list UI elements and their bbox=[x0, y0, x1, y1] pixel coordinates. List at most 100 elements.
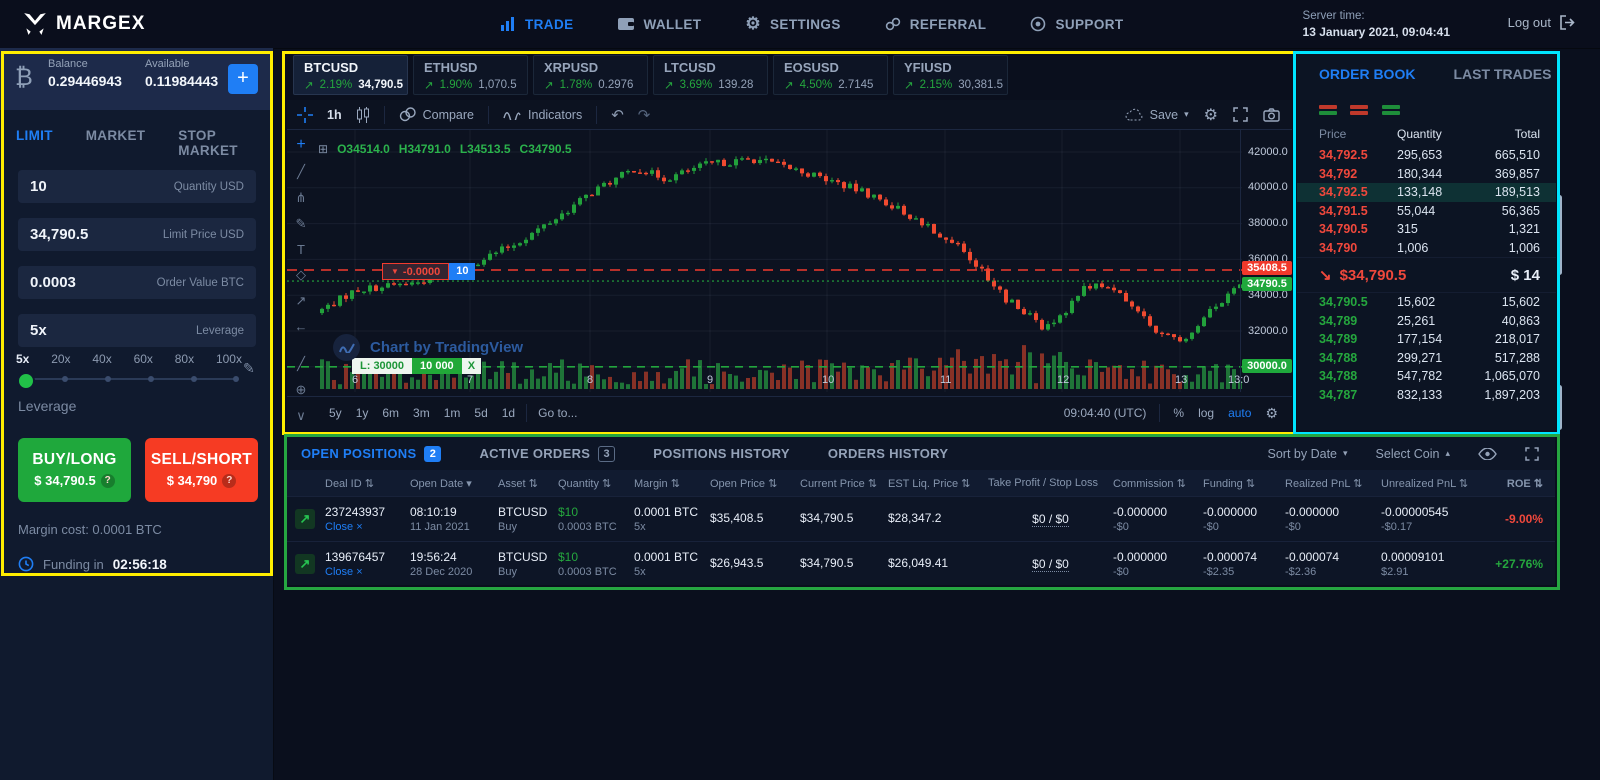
col-roe[interactable]: ROE ⇅ bbox=[1491, 477, 1547, 490]
close-position-button[interactable]: Close × bbox=[325, 521, 363, 533]
goto-button[interactable]: Go to... bbox=[538, 406, 577, 420]
ticker-xrpusd[interactable]: XRPUSD ↗1.78%0.2976 bbox=[533, 55, 648, 95]
scrollbar-thumb[interactable] bbox=[1557, 385, 1562, 430]
col-liq-price[interactable]: EST Liq. Price ⇅ bbox=[888, 477, 988, 490]
ask-row[interactable]: 34,792180,344369,857 bbox=[1297, 165, 1556, 184]
pencil-icon[interactable]: ✎ bbox=[243, 360, 255, 377]
mark-60x[interactable]: 60x bbox=[134, 352, 153, 366]
book-view-bids-icon[interactable] bbox=[1382, 105, 1400, 118]
scrollbar-thumb[interactable] bbox=[1557, 195, 1562, 275]
mark-100x[interactable]: 100x bbox=[216, 352, 242, 366]
save-button[interactable]: Save ▾ bbox=[1125, 108, 1189, 122]
range-3m[interactable]: 3m bbox=[413, 406, 430, 420]
ticker-eosusd[interactable]: EOSUSD ↗4.50%2.7145 bbox=[773, 55, 888, 95]
tab-active-orders[interactable]: ACTIVE ORDERS 3 bbox=[479, 446, 615, 462]
tp-sl-value[interactable]: $0 / $0 bbox=[1032, 512, 1069, 527]
expand-panel-icon[interactable] bbox=[1525, 447, 1539, 461]
sort-by-dropdown[interactable]: Sort by Date▾ bbox=[1268, 447, 1348, 461]
ask-row-highlighted[interactable]: 34,792.5133,148189,513 bbox=[1297, 183, 1556, 202]
redo-icon[interactable]: ↷ bbox=[638, 106, 651, 124]
col-deal-id[interactable]: Deal ID ⇅ bbox=[325, 477, 410, 490]
book-view-asks-icon[interactable] bbox=[1350, 105, 1368, 118]
range-5y[interactable]: 5y bbox=[329, 406, 342, 420]
deposit-button[interactable]: + bbox=[228, 64, 258, 94]
col-margin[interactable]: Margin ⇅ bbox=[634, 477, 710, 490]
nav-item-support[interactable]: SUPPORT bbox=[1030, 16, 1123, 32]
tab-open-positions[interactable]: OPEN POSITIONS 2 bbox=[301, 446, 441, 462]
buy-long-button[interactable]: BUY/LONG $ 34,790.5? bbox=[18, 438, 131, 502]
bid-row[interactable]: 34,789177,154218,017 bbox=[1297, 330, 1556, 349]
chart-settings-icon[interactable]: ⚙ bbox=[1204, 105, 1218, 125]
col-open-date[interactable]: Open Date ▾ bbox=[410, 477, 498, 490]
range-1y[interactable]: 1y bbox=[356, 406, 369, 420]
eye-icon[interactable] bbox=[1478, 448, 1497, 460]
close-position-button[interactable]: Close × bbox=[325, 566, 363, 578]
candles-icon[interactable] bbox=[356, 107, 370, 123]
ask-row[interactable]: 34,7901,0061,006 bbox=[1297, 239, 1556, 258]
sell-short-button[interactable]: SELL/SHORT $ 34,790? bbox=[145, 438, 258, 502]
nav-item-trade[interactable]: TRADE bbox=[500, 17, 574, 32]
crosshair-icon[interactable] bbox=[297, 107, 313, 123]
tab-limit[interactable]: LIMIT bbox=[16, 128, 53, 158]
order-line-label[interactable]: ▼-0.0000 10 bbox=[382, 263, 475, 280]
order-line-qty[interactable]: 10 bbox=[449, 263, 475, 280]
col-realized-pnl[interactable]: Realized PnL ⇅ bbox=[1285, 477, 1381, 490]
tab-order-book[interactable]: ORDER BOOK bbox=[1319, 66, 1415, 82]
ticker-ethusd[interactable]: ETHUSD ↗1.90%1,070.5 bbox=[413, 55, 528, 95]
ask-row[interactable]: 34,791.555,04456,365 bbox=[1297, 202, 1556, 221]
undo-icon[interactable]: ↶ bbox=[611, 106, 624, 124]
tab-market[interactable]: MARKET bbox=[86, 128, 146, 158]
col-asset[interactable]: Asset ⇅ bbox=[498, 477, 558, 490]
tp-sl-value[interactable]: $0 / $0 bbox=[1032, 557, 1069, 572]
price-axis[interactable]: 42000.0 40000.0 38000.0 36000.0 34000.0 … bbox=[1240, 130, 1293, 392]
mark-5x[interactable]: 5x bbox=[16, 352, 29, 366]
range-1d[interactable]: 1d bbox=[502, 406, 515, 420]
auto-scale-button[interactable]: auto bbox=[1228, 406, 1251, 420]
position-chart-icon[interactable]: ↗ bbox=[295, 509, 315, 529]
order-value-field[interactable]: 0.0003 Order Value BTC bbox=[18, 266, 256, 299]
margex-logo[interactable]: MARGEX bbox=[22, 11, 145, 37]
bid-row[interactable]: 34,788547,7821,065,070 bbox=[1297, 367, 1556, 386]
ask-row[interactable]: 34,792.5295,653665,510 bbox=[1297, 146, 1556, 165]
tab-last-trades[interactable]: LAST TRADES bbox=[1453, 66, 1551, 82]
log-scale-button[interactable]: log bbox=[1198, 406, 1214, 420]
logout-button[interactable]: Log out bbox=[1508, 15, 1576, 30]
tab-orders-history[interactable]: ORDERS HISTORY bbox=[828, 446, 949, 461]
leverage-field[interactable]: 5x Leverage bbox=[18, 314, 256, 347]
range-1m[interactable]: 1m bbox=[444, 406, 461, 420]
fullscreen-icon[interactable] bbox=[1233, 107, 1248, 122]
compare-button[interactable]: Compare bbox=[399, 107, 474, 122]
quantity-field[interactable]: 10 Quantity USD bbox=[18, 170, 256, 203]
col-open-price[interactable]: Open Price ⇅ bbox=[710, 477, 800, 490]
range-6m[interactable]: 6m bbox=[382, 406, 399, 420]
percent-scale-button[interactable]: % bbox=[1173, 406, 1184, 420]
leverage-slider[interactable] bbox=[20, 378, 238, 380]
ask-row[interactable]: 34,790.53151,321 bbox=[1297, 220, 1556, 239]
sell-help-icon[interactable]: ? bbox=[222, 474, 236, 488]
select-coin-dropdown[interactable]: Select Coin▴ bbox=[1376, 447, 1450, 461]
camera-icon[interactable] bbox=[1263, 108, 1280, 122]
bid-row[interactable]: 34,788299,271517,288 bbox=[1297, 349, 1556, 368]
buy-help-icon[interactable]: ? bbox=[101, 474, 115, 488]
mark-20x[interactable]: 20x bbox=[51, 352, 70, 366]
footer-settings-icon[interactable]: ⚙ bbox=[1265, 405, 1278, 422]
nav-item-referral[interactable]: REFERRAL bbox=[885, 17, 987, 32]
bid-row[interactable]: 34,78925,26140,863 bbox=[1297, 312, 1556, 331]
indicators-button[interactable]: Indicators bbox=[503, 108, 582, 122]
bid-row[interactable]: 34,787832,1331,897,203 bbox=[1297, 386, 1556, 405]
bid-row[interactable]: 34,790.515,60215,602 bbox=[1297, 293, 1556, 312]
legend-grid-icon[interactable]: ⊞ bbox=[318, 142, 328, 156]
ticker-btcusd[interactable]: BTCUSD ↗2.19%34,790.5 bbox=[293, 55, 408, 95]
tab-stop-market[interactable]: STOP MARKET bbox=[178, 128, 273, 158]
interval-button[interactable]: 1h bbox=[327, 108, 342, 122]
limit-price-field[interactable]: 34,790.5 Limit Price USD bbox=[18, 218, 256, 251]
mark-40x[interactable]: 40x bbox=[92, 352, 111, 366]
col-quantity[interactable]: Quantity ⇅ bbox=[558, 477, 634, 490]
position-chart-icon[interactable]: ↗ bbox=[295, 554, 315, 574]
mark-100x[interactable]: 80x bbox=[175, 352, 194, 366]
leverage-slider-knob[interactable] bbox=[17, 372, 35, 390]
ticker-ltcusd[interactable]: LTCUSD ↗3.69%139.28 bbox=[653, 55, 768, 95]
col-unrealized-pnl[interactable]: Unrealized PnL ⇅ bbox=[1381, 477, 1491, 490]
col-funding[interactable]: Funding ⇅ bbox=[1203, 477, 1285, 490]
range-5d[interactable]: 5d bbox=[474, 406, 487, 420]
